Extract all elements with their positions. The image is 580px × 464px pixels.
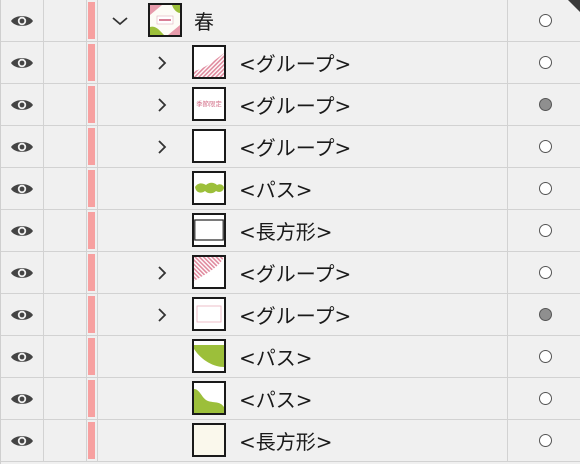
layer-row[interactable]: <グループ> — [1, 294, 580, 336]
layer-thumbnail[interactable] — [192, 171, 226, 205]
eye-icon[interactable] — [1, 294, 44, 335]
target-column[interactable] — [507, 42, 580, 83]
eye-icon[interactable] — [1, 42, 44, 83]
layer-row[interactable]: <パス> — [1, 378, 580, 420]
layer-row[interactable]: <グループ> — [1, 42, 580, 84]
eye-icon[interactable] — [1, 126, 44, 167]
target-circle-icon[interactable] — [538, 224, 552, 237]
layer-thumbnail[interactable] — [192, 423, 226, 457]
target-circle-icon[interactable] — [538, 434, 552, 447]
layer-thumbnail[interactable] — [192, 255, 226, 289]
target-circle-icon[interactable] — [538, 98, 552, 111]
eye-icon[interactable] — [1, 420, 44, 461]
layer-color-bar — [88, 338, 95, 375]
layers-panel: 春 <グループ> 季節限定 <グループ> <グループ> <パス> <長方形> <… — [0, 0, 580, 464]
layer-name[interactable]: <グループ> — [239, 294, 351, 335]
lock-toggle[interactable] — [44, 210, 87, 251]
layer-color-bar — [88, 44, 95, 81]
target-circle-icon[interactable] — [538, 350, 552, 363]
lock-toggle[interactable] — [44, 336, 87, 377]
layer-color-bar — [88, 212, 95, 249]
layer-row[interactable]: <長方形> — [1, 210, 580, 252]
layer-color-bar — [88, 296, 95, 333]
layer-name[interactable]: <パス> — [239, 336, 313, 377]
eye-icon[interactable] — [1, 336, 44, 377]
target-column[interactable] — [507, 210, 580, 251]
layer-thumbnail[interactable] — [192, 213, 226, 247]
lock-toggle[interactable] — [44, 252, 87, 293]
eye-icon[interactable] — [1, 378, 44, 419]
chevron-right-icon[interactable] — [152, 252, 172, 293]
chevron-down-icon[interactable] — [110, 0, 130, 41]
chevron-right-icon[interactable] — [152, 42, 172, 83]
lock-toggle[interactable] — [44, 84, 87, 125]
layer-thumbnail[interactable] — [192, 339, 226, 373]
target-circle-icon[interactable] — [538, 266, 552, 279]
lock-toggle[interactable] — [44, 294, 87, 335]
chevron-right-icon[interactable] — [152, 126, 172, 167]
target-circle-icon[interactable] — [538, 392, 552, 405]
layer-color-bar — [88, 170, 95, 207]
layer-thumbnail[interactable] — [192, 45, 226, 79]
lock-toggle[interactable] — [44, 0, 87, 41]
lock-toggle[interactable] — [44, 42, 87, 83]
layer-name[interactable]: <パス> — [239, 168, 313, 209]
layer-row[interactable]: 季節限定 <グループ> — [1, 84, 580, 126]
layer-row[interactable]: <パス> — [1, 336, 580, 378]
chevron-right-icon[interactable] — [152, 294, 172, 335]
target-column[interactable] — [507, 0, 580, 41]
layer-row[interactable]: <長方形> — [1, 420, 580, 462]
layer-name[interactable]: <グループ> — [239, 84, 351, 125]
layer-thumbnail[interactable] — [192, 129, 226, 163]
eye-icon[interactable] — [1, 252, 44, 293]
layer-thumbnail[interactable] — [192, 297, 226, 331]
eye-icon[interactable] — [1, 168, 44, 209]
layer-row-top[interactable]: 春 — [1, 0, 580, 42]
layer-thumbnail[interactable]: 季節限定 — [192, 87, 226, 121]
layer-color-bar — [88, 2, 95, 39]
chevron-right-icon[interactable] — [152, 84, 172, 125]
target-column[interactable] — [507, 294, 580, 335]
layer-row[interactable]: <グループ> — [1, 252, 580, 294]
target-column[interactable] — [507, 336, 580, 377]
layer-name[interactable]: <長方形> — [239, 420, 333, 461]
layer-name[interactable]: <グループ> — [239, 126, 351, 167]
layer-color-bar — [88, 86, 95, 123]
target-column[interactable] — [507, 378, 580, 419]
target-circle-icon[interactable] — [538, 14, 552, 27]
target-column[interactable] — [507, 252, 580, 293]
layer-name[interactable]: 春 — [194, 0, 214, 41]
layer-color-bar — [88, 254, 95, 291]
layer-thumbnail[interactable] — [148, 3, 182, 37]
layer-color-bar — [88, 422, 95, 459]
target-column[interactable] — [507, 126, 580, 167]
lock-toggle[interactable] — [44, 378, 87, 419]
lock-toggle[interactable] — [44, 420, 87, 461]
target-circle-icon[interactable] — [538, 308, 552, 321]
layer-list: 春 <グループ> 季節限定 <グループ> <グループ> <パス> <長方形> <… — [1, 0, 580, 462]
lock-toggle[interactable] — [44, 168, 87, 209]
thumbnail-seasonal-text: 季節限定 — [196, 99, 222, 108]
layer-color-bar — [88, 380, 95, 417]
layer-thumbnail[interactable] — [192, 381, 226, 415]
eye-icon[interactable] — [1, 0, 44, 41]
eye-icon[interactable] — [1, 210, 44, 251]
lock-toggle[interactable] — [44, 126, 87, 167]
layer-name[interactable]: <グループ> — [239, 252, 351, 293]
layer-name[interactable]: <長方形> — [239, 210, 333, 251]
layer-name[interactable]: <グループ> — [239, 42, 351, 83]
target-column[interactable] — [507, 84, 580, 125]
target-circle-icon[interactable] — [538, 56, 552, 69]
target-column[interactable] — [507, 168, 580, 209]
layer-name[interactable]: <パス> — [239, 378, 313, 419]
layer-color-bar — [88, 128, 95, 165]
eye-icon[interactable] — [1, 84, 44, 125]
layer-row[interactable]: <パス> — [1, 168, 580, 210]
target-circle-icon[interactable] — [538, 182, 552, 195]
layer-row[interactable]: <グループ> — [1, 126, 580, 168]
target-circle-icon[interactable] — [538, 140, 552, 153]
target-column[interactable] — [507, 420, 580, 461]
